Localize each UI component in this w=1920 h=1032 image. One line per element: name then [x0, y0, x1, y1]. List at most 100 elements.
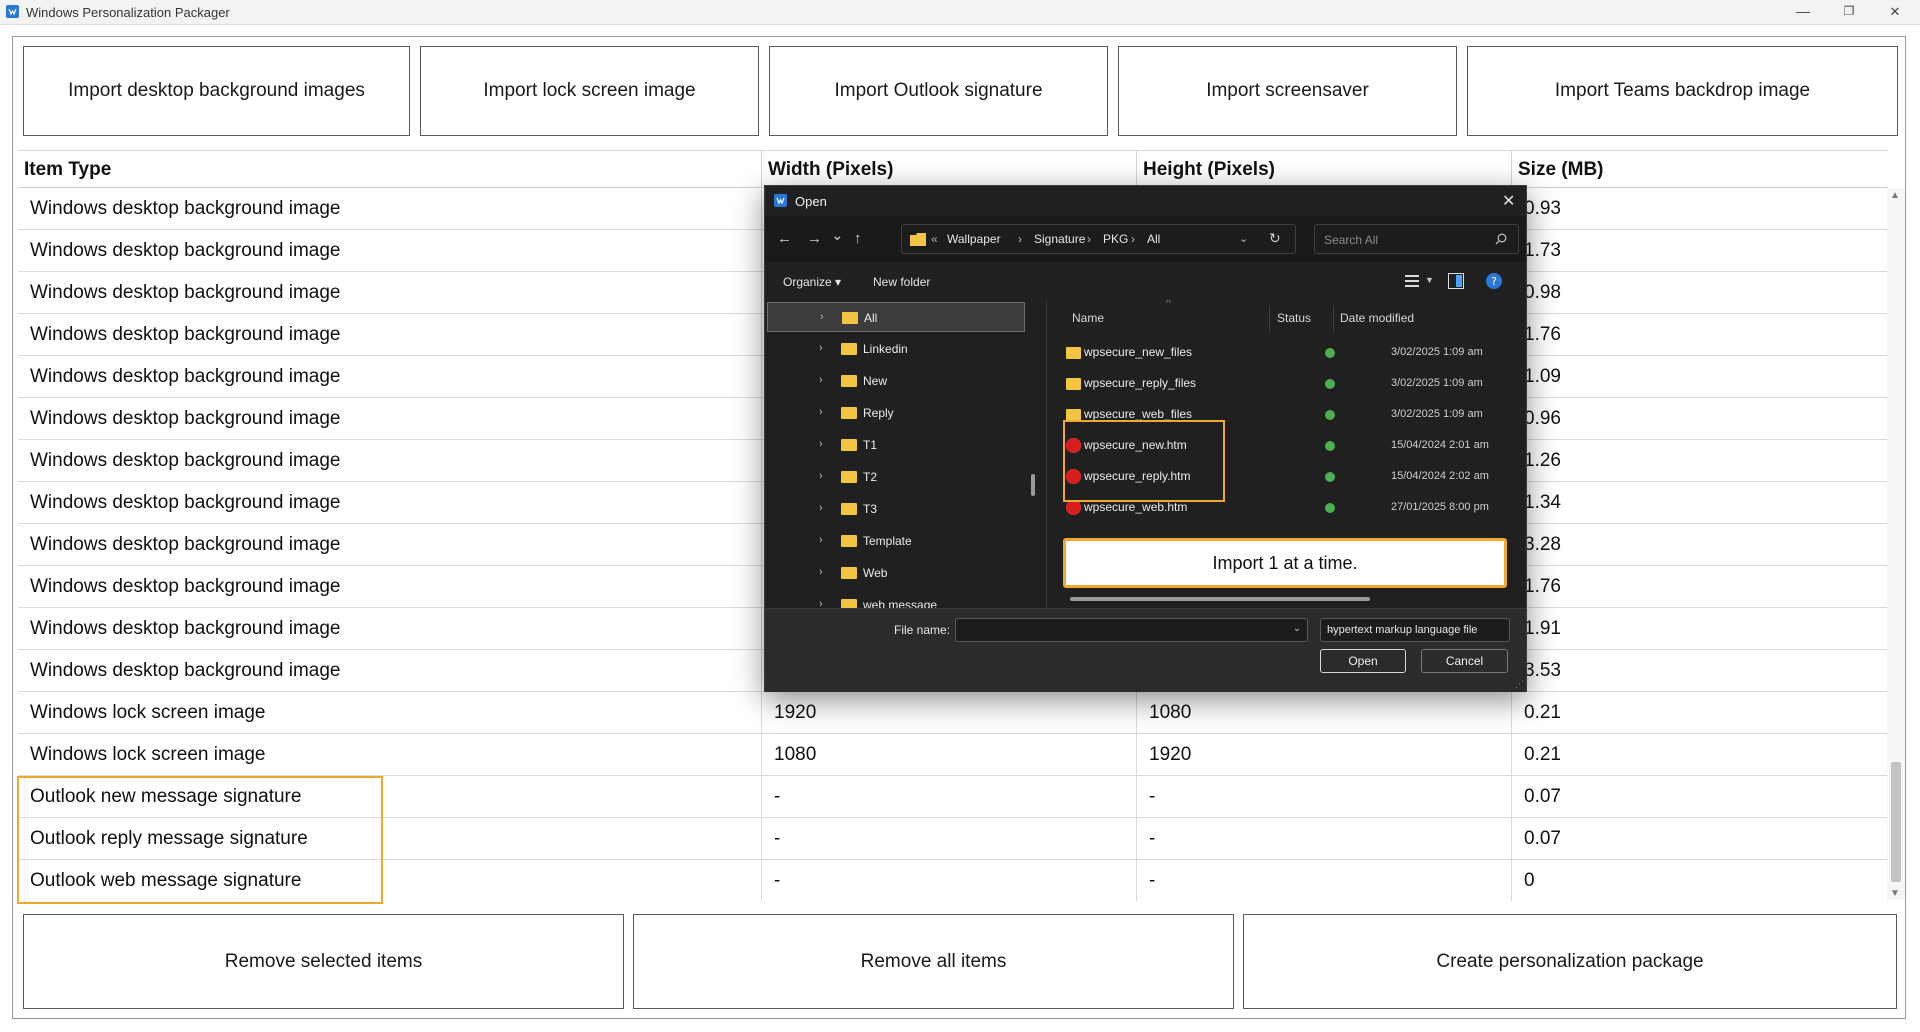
dialog-close-icon[interactable]: ✕ — [1502, 191, 1515, 211]
breadcrumb-all[interactable]: All — [1147, 232, 1160, 246]
view-dropdown-icon[interactable]: ▼ — [1425, 275, 1434, 285]
up-folder-icon[interactable]: ↑ — [854, 230, 862, 247]
title-bar: Windows Personalization Packager — ❐ ✕ — [0, 0, 1920, 25]
file-list-item[interactable]: wpsecure_reply.htm 15/04/2024 2:02 am — [1048, 461, 1518, 492]
remove-all-button[interactable]: Remove all items — [633, 914, 1234, 1009]
cell-item-type: Windows desktop background image — [18, 650, 762, 692]
folder-icon — [1066, 378, 1081, 390]
tree-item[interactable]: › T3 — [767, 494, 1025, 524]
breadcrumb-signature[interactable]: Signature — [1034, 232, 1085, 246]
chevron-right-icon[interactable]: › — [819, 598, 823, 608]
file-list-item[interactable]: wpsecure_reply_files 3/02/2025 1:09 am — [1048, 368, 1518, 399]
tree-item[interactable]: › T2 — [767, 462, 1025, 492]
scrollbar-thumb[interactable] — [1031, 474, 1035, 496]
new-folder-button[interactable]: New folder — [873, 275, 930, 289]
file-name-label: File name: — [894, 623, 951, 637]
chevron-right-icon[interactable]: › — [819, 470, 823, 482]
file-list-item[interactable]: wpsecure_web.htm 27/01/2025 8:00 pm — [1048, 492, 1518, 523]
help-icon[interactable]: ? — [1486, 273, 1502, 289]
column-header-name[interactable]: Name — [1072, 311, 1104, 325]
cell-item-type: Windows desktop background image — [18, 356, 762, 398]
window-title: Windows Personalization Packager — [26, 5, 230, 20]
file-list-item[interactable]: wpsecure_new.htm 15/04/2024 2:01 am — [1048, 430, 1518, 461]
restore-button[interactable]: ❐ — [1826, 0, 1872, 25]
tree-item-label: T2 — [863, 470, 878, 484]
tree-item[interactable]: › All — [767, 302, 1025, 332]
cell-item-type: Outlook reply message signature — [18, 818, 762, 860]
resize-grip-icon[interactable]: ⋰ — [1515, 679, 1524, 690]
chevron-down-icon[interactable]: ⌄ — [1293, 623, 1301, 634]
chevron-right-icon[interactable]: › — [819, 406, 823, 418]
remove-selected-button[interactable]: Remove selected items — [23, 914, 624, 1009]
chevron-right-icon[interactable]: › — [819, 342, 823, 354]
recent-locations-icon[interactable]: ⌄ — [831, 226, 844, 244]
column-header-status[interactable]: Status — [1277, 311, 1311, 325]
tree-item[interactable]: › Linkedin — [767, 334, 1025, 364]
tree-item[interactable]: › Template — [767, 526, 1025, 556]
close-button[interactable]: ✕ — [1872, 0, 1918, 25]
refresh-icon[interactable]: ↻ — [1269, 230, 1281, 247]
view-options-icon[interactable] — [1405, 274, 1421, 288]
file-list-item[interactable]: wpsecure_web_files 3/02/2025 1:09 am — [1048, 399, 1518, 430]
back-icon[interactable]: ← — [777, 230, 792, 247]
column-header-width[interactable]: Width (Pixels) — [762, 151, 1137, 188]
file-name: wpsecure_new_files — [1084, 345, 1193, 359]
scroll-down-icon[interactable]: ▼ — [1890, 888, 1900, 899]
file-list-horizontal-scrollbar[interactable] — [1070, 597, 1370, 601]
breadcrumb-pkg[interactable]: PKG — [1103, 232, 1128, 246]
table-row[interactable]: Outlook new message signature - -0.07 — [18, 776, 1888, 818]
sync-status-icon — [1325, 503, 1335, 513]
file-name-input[interactable]: ⌄ — [955, 618, 1308, 642]
cancel-button[interactable]: Cancel — [1421, 649, 1508, 673]
minimize-button[interactable]: — — [1780, 0, 1826, 25]
organize-menu[interactable]: Organize ▾ — [783, 275, 841, 289]
tree-item[interactable]: › New — [767, 366, 1025, 396]
column-header-item-type[interactable]: Item Type — [18, 151, 762, 188]
open-button[interactable]: Open — [1320, 649, 1406, 673]
chevron-right-icon[interactable]: › — [819, 438, 823, 450]
file-list-item[interactable]: wpsecure_new_files 3/02/2025 1:09 am — [1048, 337, 1518, 368]
address-bar[interactable]: « Wallpaper › Signature › PKG › All ⌄ ↻ — [901, 224, 1296, 254]
breadcrumb-wallpaper[interactable]: Wallpaper — [947, 232, 1001, 246]
file-type-select[interactable]: hypertext markup language file ⌄ — [1320, 618, 1510, 642]
import-outlook-signature-button[interactable]: Import Outlook signature — [769, 46, 1108, 136]
table-row[interactable]: Windows lock screen image 1920 1080 0.21 — [18, 692, 1888, 734]
breadcrumb-overflow[interactable]: « — [931, 232, 938, 246]
tree-item-label: All — [864, 311, 878, 325]
table-row[interactable]: Outlook reply message signature - -0.07 — [18, 818, 1888, 860]
table-row[interactable]: Windows lock screen image 1080 1920 0.21 — [18, 734, 1888, 776]
tree-item[interactable]: › Web — [767, 558, 1025, 588]
chevron-right-icon[interactable]: › — [819, 534, 823, 546]
column-header-height[interactable]: Height (Pixels) — [1137, 151, 1512, 188]
forward-icon[interactable]: → — [807, 230, 822, 247]
search-box[interactable]: Search All — [1314, 224, 1519, 254]
chevron-right-icon[interactable]: › — [819, 374, 823, 386]
cell-item-type: Outlook web message signature — [18, 860, 762, 901]
grid-vertical-scrollbar[interactable]: ▲ ▼ — [1887, 188, 1905, 900]
table-row[interactable]: Outlook web message signature - -0 — [18, 860, 1888, 901]
chevron-down-icon[interactable]: ⌄ — [1327, 624, 1487, 635]
create-package-button[interactable]: Create personalization package — [1243, 914, 1897, 1009]
address-dropdown-icon[interactable]: ⌄ — [1239, 232, 1248, 245]
scrollbar-thumb[interactable] — [1891, 762, 1901, 882]
sort-ascending-icon: ^ — [1166, 300, 1171, 309]
import-lock-screen-button[interactable]: Import lock screen image — [420, 46, 759, 136]
scroll-up-icon[interactable]: ▲ — [1890, 190, 1900, 201]
import-teams-backdrop-button[interactable]: Import Teams backdrop image — [1467, 46, 1898, 136]
column-header-date-modified[interactable]: Date modified — [1340, 311, 1414, 325]
chevron-right-icon[interactable]: › — [819, 566, 823, 578]
chevron-right-icon[interactable]: › — [820, 311, 824, 323]
preview-pane-icon[interactable] — [1448, 273, 1464, 289]
cell-size: 1.73 — [1524, 240, 1561, 261]
tree-item[interactable]: › web message — [767, 590, 1025, 608]
navigation-pane-scrollbar[interactable] — [1031, 305, 1035, 605]
import-screensaver-button[interactable]: Import screensaver — [1118, 46, 1457, 136]
column-divider[interactable] — [1269, 306, 1270, 332]
breadcrumb-separator: › — [1018, 232, 1022, 246]
tree-item[interactable]: › Reply — [767, 398, 1025, 428]
import-desktop-backgrounds-button[interactable]: Import desktop background images — [23, 46, 410, 136]
chevron-right-icon[interactable]: › — [819, 502, 823, 514]
tree-item[interactable]: › T1 — [767, 430, 1025, 460]
column-divider[interactable] — [1333, 306, 1334, 332]
column-header-size[interactable]: Size (MB) — [1512, 151, 1888, 188]
